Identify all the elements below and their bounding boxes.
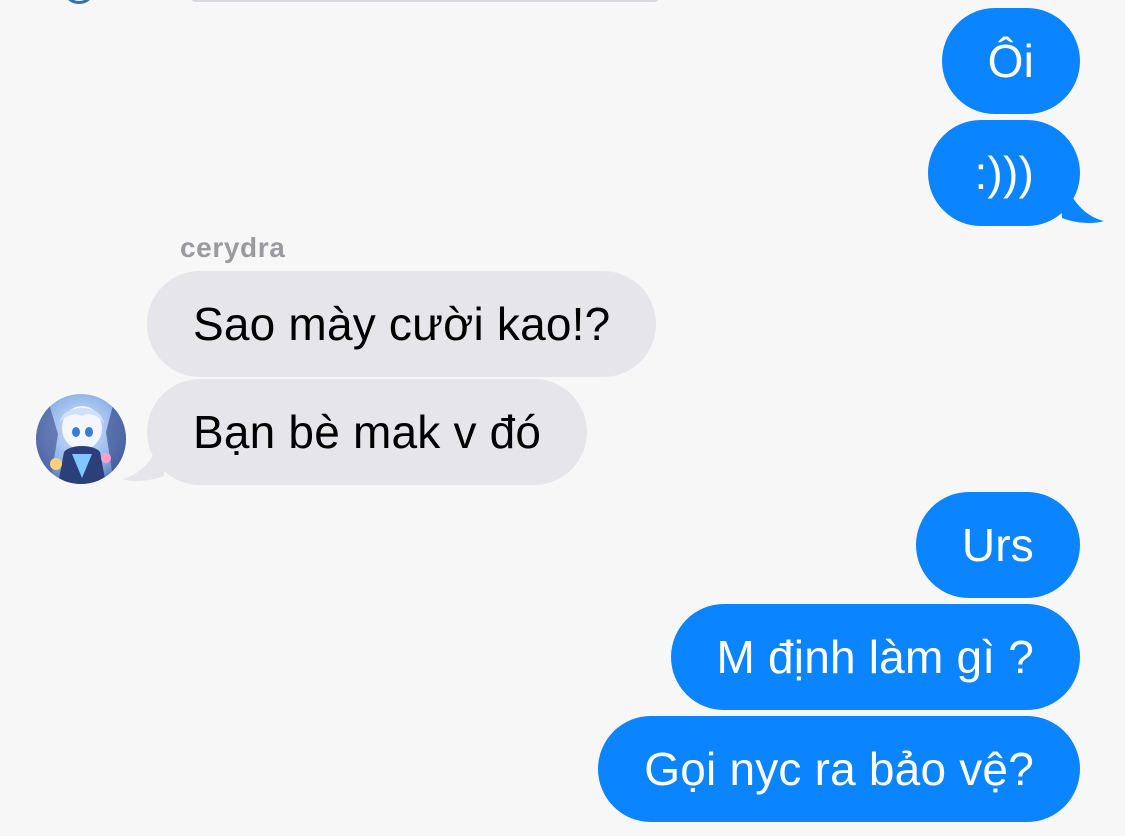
message-text: Gọi nyc ra bảo vệ? <box>644 743 1034 795</box>
incoming-bubble-tail <box>122 426 166 481</box>
message-text: Sao mày cười kao!? <box>193 298 611 350</box>
message-text: M định làm gì ? <box>716 631 1034 683</box>
previous-bubble-fragment <box>190 0 660 2</box>
avatar[interactable] <box>36 394 126 484</box>
message-text: Bạn bè mak v đó <box>193 406 542 458</box>
message-text: Urs <box>961 519 1034 571</box>
message-text: :))) <box>974 147 1034 199</box>
outgoing-message[interactable]: Urs <box>915 492 1080 598</box>
chat-screen: Ôi :))) cerydra Sao mày cười kao!? Bạn b… <box>0 0 1125 836</box>
outgoing-message[interactable]: Ôi <box>941 8 1080 114</box>
outgoing-message[interactable]: M định làm gì ? <box>670 604 1080 710</box>
sender-name: cerydra <box>180 232 286 263</box>
outgoing-message[interactable]: Gọi nyc ra bảo vệ? <box>598 716 1080 822</box>
anime-character-avatar-icon <box>36 394 126 484</box>
outgoing-message[interactable]: :))) <box>928 120 1080 226</box>
avatar-fragment <box>62 0 96 4</box>
incoming-message[interactable]: Sao mày cười kao!? <box>147 271 657 377</box>
incoming-message[interactable]: Bạn bè mak v đó <box>147 379 588 485</box>
message-text: Ôi <box>987 35 1034 87</box>
outgoing-bubble-tail <box>1060 168 1104 223</box>
